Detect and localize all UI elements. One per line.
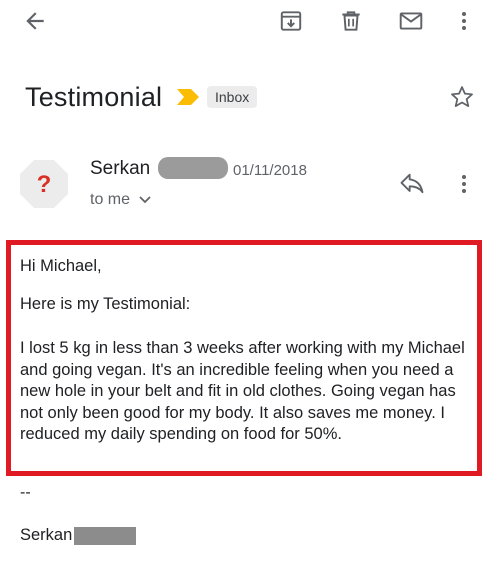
sender-name: Serkan — [90, 158, 151, 179]
body-text: I lost 5 kg in less than 3 weeks after w… — [20, 339, 465, 443]
star-icon[interactable] — [448, 83, 476, 116]
archive-icon[interactable] — [278, 8, 304, 34]
redaction-bar — [158, 157, 228, 179]
signature-name: Serkan — [20, 526, 73, 544]
mail-icon[interactable] — [397, 8, 425, 34]
sender-avatar[interactable]: ? — [18, 158, 70, 210]
body-greeting: Hi Michael, — [20, 257, 102, 275]
subject-row: Testimonial Inbox — [0, 78, 492, 118]
avatar-glyph: ? — [37, 171, 52, 198]
email-date: 01/11/2018 — [233, 162, 307, 179]
signature-separator: -- — [20, 484, 31, 501]
reply-icon[interactable] — [398, 170, 426, 198]
trash-icon[interactable] — [338, 8, 364, 34]
arrow-back-icon[interactable] — [22, 8, 48, 34]
recipients-toggle[interactable]: to me — [90, 190, 152, 210]
importance-marker-icon[interactable] — [176, 86, 200, 113]
email-subject: Testimonial — [25, 82, 163, 112]
sender-row: ? Serkan 01/11/2018 to me — [0, 150, 492, 220]
top-toolbar — [0, 0, 492, 44]
more-vert-icon[interactable] — [452, 8, 476, 34]
inbox-label-chip[interactable]: Inbox — [207, 86, 258, 108]
body-intro: Here is my Testimonial: — [20, 295, 191, 313]
message-more-icon[interactable] — [452, 170, 476, 198]
recipients-label: to me — [90, 191, 131, 208]
chevron-down-icon — [138, 192, 152, 210]
signature-redaction-bar — [74, 527, 136, 545]
